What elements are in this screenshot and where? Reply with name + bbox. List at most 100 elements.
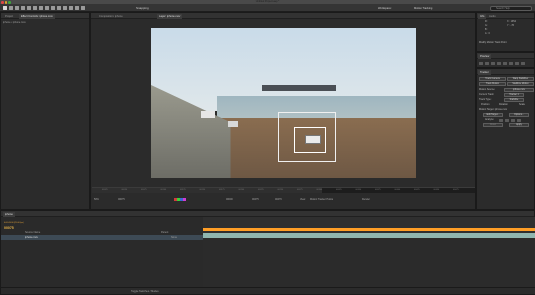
start-time-display[interactable]: 00000 — [226, 197, 233, 202]
zoom-dropdown[interactable]: 50% — [94, 197, 99, 202]
alpha-channel-icon[interactable] — [183, 198, 186, 201]
tab-info[interactable]: Info — [478, 14, 487, 19]
roto-brush-tool-icon[interactable] — [75, 5, 79, 10]
hand-tool-icon[interactable] — [9, 5, 13, 10]
track-point-feature-region[interactable] — [294, 127, 326, 153]
motion-source-dropdown[interactable]: iphone.mov — [504, 88, 534, 92]
stabilize-motion-button[interactable]: Stabilize Motion — [507, 82, 534, 86]
brush-tool-icon[interactable] — [57, 5, 61, 10]
tab-effect-controls[interactable]: Effect Controls: iphone.mov — [19, 14, 55, 19]
view-label: View: — [300, 198, 306, 201]
previous-frame-icon[interactable] — [485, 61, 489, 65]
current-track-dropdown[interactable]: Tracker 1 — [504, 93, 524, 97]
analyze-backward-icon[interactable] — [505, 118, 509, 122]
ruler-tick-label: 00025 — [102, 188, 108, 191]
source-name-header: Source Name — [25, 231, 41, 234]
tab-layer[interactable]: Layer: iphone.mov — [157, 14, 183, 19]
workspace-label: Workspace: — [378, 6, 392, 10]
info-y: Y : -76 — [507, 24, 514, 27]
selection-tool-icon[interactable] — [3, 5, 7, 10]
workspace-dropdown[interactable]: Motion Tracking — [414, 6, 432, 11]
work-area-bar[interactable] — [203, 228, 535, 231]
motion-target-label: Motion Target: iphone.mov — [479, 107, 508, 111]
track-motion-button[interactable]: Track Motion — [479, 82, 506, 86]
preview-controls — [479, 61, 534, 66]
ruler-tick-label: 00150 — [199, 188, 206, 191]
track-camera-button[interactable]: Track Camera — [479, 77, 506, 81]
first-frame-icon[interactable] — [479, 61, 483, 65]
preview-tabbar: Preview — [477, 53, 534, 59]
mute-icon[interactable] — [509, 61, 513, 65]
timeline-track-area — [203, 238, 535, 289]
ruler-tick-label: 00450 — [433, 188, 440, 191]
motion-source-label: Motion Source: — [479, 87, 496, 91]
end-time-display[interactable]: 00475 — [252, 197, 259, 202]
ram-preview-icon[interactable] — [521, 61, 525, 65]
timeline-timecode[interactable]: 00075 — [4, 226, 14, 230]
toolbar: Snapping Workspace: Motion Tracking Sear… — [0, 4, 535, 12]
table-row[interactable]: iphone.mov None — [1, 235, 203, 240]
zoom-tool-icon[interactable] — [15, 5, 19, 10]
mask-tool-icon[interactable] — [39, 5, 43, 10]
time-ruler[interactable]: 00025 00050 00075 00100 00125 00150 00175 00200… — [92, 187, 475, 193]
analyze-forward-one-frame-icon[interactable] — [517, 118, 521, 122]
left-panel-tabbar: Project Effect Controls: iphone.mov — [1, 13, 89, 19]
last-frame-icon[interactable] — [503, 61, 507, 65]
parent-dropdown[interactable]: None — [171, 236, 177, 239]
ruler-tick-label: 00375 — [375, 188, 381, 191]
scale-checkbox[interactable]: Scale — [519, 103, 533, 108]
ruler-tick-label: 00275 — [297, 188, 303, 191]
parent-header: Parent — [161, 231, 169, 234]
pan-behind-tool-icon[interactable] — [33, 5, 37, 10]
rotation-checkbox[interactable]: Rotation — [499, 103, 515, 108]
ruler-tick-label: 00350 — [355, 188, 362, 191]
pen-tool-icon[interactable] — [45, 5, 49, 10]
info-panel: Info Audio R : G : B : A : 0 X : 1354 Y … — [476, 12, 535, 52]
layer-viewer-panel: Composition: iphone Layer: iphone.mov 00… — [90, 12, 476, 210]
ruler-tick-label: 00400 — [394, 188, 401, 191]
tab-composition[interactable]: Composition: iphone — [97, 14, 125, 19]
options-button[interactable]: Options... — [509, 113, 529, 117]
eraser-tool-icon[interactable] — [69, 5, 73, 10]
camera-tool-icon[interactable] — [27, 5, 31, 10]
pier-region — [262, 85, 337, 91]
snapping-label[interactable]: Snapping — [136, 6, 149, 11]
tab-project[interactable]: Project — [3, 14, 15, 19]
toggle-switches-modes[interactable]: Toggle Switches / Modes — [131, 290, 159, 293]
next-frame-icon[interactable] — [497, 61, 501, 65]
rotate-tool-icon[interactable] — [21, 5, 25, 10]
analyze-controls — [499, 118, 533, 122]
ruler-tick-label: 00225 — [258, 188, 264, 191]
loop-icon[interactable] — [515, 61, 519, 65]
tracker-tabbar: Tracker — [477, 69, 534, 75]
analyze-label: Analyze: — [485, 117, 495, 121]
viewer-tabbar: Composition: iphone Layer: iphone.mov — [91, 13, 475, 19]
tab-tracker[interactable]: Tracker — [478, 70, 491, 75]
tab-preview[interactable]: Preview — [478, 54, 492, 59]
analyze-back-one-frame-icon[interactable] — [499, 118, 503, 122]
search-help-input[interactable]: Search Help — [490, 5, 532, 11]
layer-name[interactable]: iphone.mov — [25, 236, 38, 239]
position-checkbox[interactable]: Position — [481, 103, 497, 108]
puppet-tool-icon[interactable] — [81, 5, 85, 10]
analyze-forward-icon[interactable] — [511, 118, 515, 122]
info-alpha: A : 0 — [485, 32, 490, 35]
text-tool-icon[interactable] — [51, 5, 55, 10]
ruler-tick-label: 00300 — [316, 188, 323, 191]
ruler-tick-label: 00200 — [238, 188, 245, 191]
track-type-dropdown[interactable]: Stabilize — [504, 98, 524, 102]
warp-stabilizer-button[interactable]: Warp Stabilizer — [507, 77, 534, 81]
play-icon[interactable] — [491, 61, 495, 65]
ruler-tick-label: 00475 — [453, 188, 459, 191]
reset-button[interactable]: Reset — [483, 123, 503, 127]
info-status: Modify Motion Track Point — [479, 41, 507, 44]
apply-button[interactable]: Apply — [509, 123, 529, 127]
current-time-display[interactable]: 00075 — [118, 197, 125, 202]
render-checkbox[interactable]: Render — [362, 197, 370, 202]
clone-tool-icon[interactable] — [63, 5, 67, 10]
edit-target-button[interactable]: Edit Target... — [483, 113, 503, 117]
ruler-tick-label: 00125 — [180, 188, 186, 191]
video-frame[interactable] — [151, 28, 416, 178]
tab-audio[interactable]: Audio — [487, 14, 498, 19]
view-dropdown[interactable]: Motion Tracker Points — [310, 197, 333, 202]
